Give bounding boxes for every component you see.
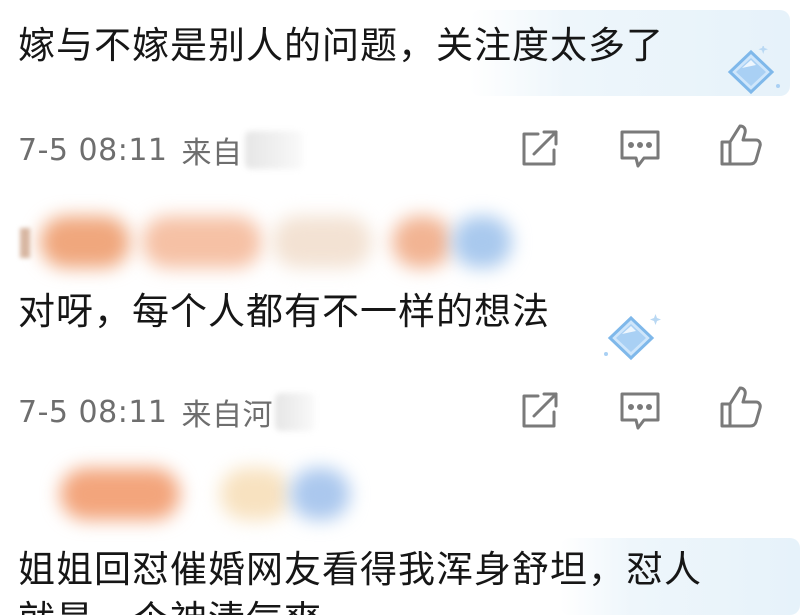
comment-text-line2: 就是一个神清气爽 bbox=[18, 596, 322, 615]
blurred-location bbox=[244, 131, 303, 169]
comment-location: 来自河 bbox=[181, 398, 273, 433]
comment-icon[interactable] bbox=[616, 386, 664, 434]
comment-text: 姐姐回怼催婚网友看得我浑身舒坦，怼人 bbox=[18, 548, 702, 591]
diamond-badge-icon bbox=[718, 44, 784, 102]
share-icon[interactable] bbox=[516, 386, 564, 434]
like-icon[interactable] bbox=[716, 384, 764, 432]
comment-timestamp: 7-5 08:11 bbox=[18, 394, 168, 430]
comment-meta: 7-5 08:11 来自 bbox=[18, 128, 303, 172]
share-icon[interactable] bbox=[516, 124, 564, 172]
like-icon[interactable] bbox=[716, 122, 764, 170]
blurred-avatar-edge bbox=[20, 228, 30, 258]
diamond-badge-icon bbox=[598, 312, 664, 368]
comment-location: 来自 bbox=[181, 136, 243, 171]
comment-icon[interactable] bbox=[616, 124, 664, 172]
blurred-location bbox=[275, 393, 315, 431]
blurred-username bbox=[60, 464, 350, 524]
comment-meta: 7-5 08:11 来自河 bbox=[18, 390, 315, 434]
comment-timestamp: 7-5 08:11 bbox=[18, 132, 168, 168]
comment-text: 嫁与不嫁是别人的问题，关注度太多了 bbox=[18, 24, 664, 67]
blurred-username bbox=[40, 212, 512, 272]
comment-text: 对呀，每个人都有不一样的想法 bbox=[18, 290, 550, 333]
